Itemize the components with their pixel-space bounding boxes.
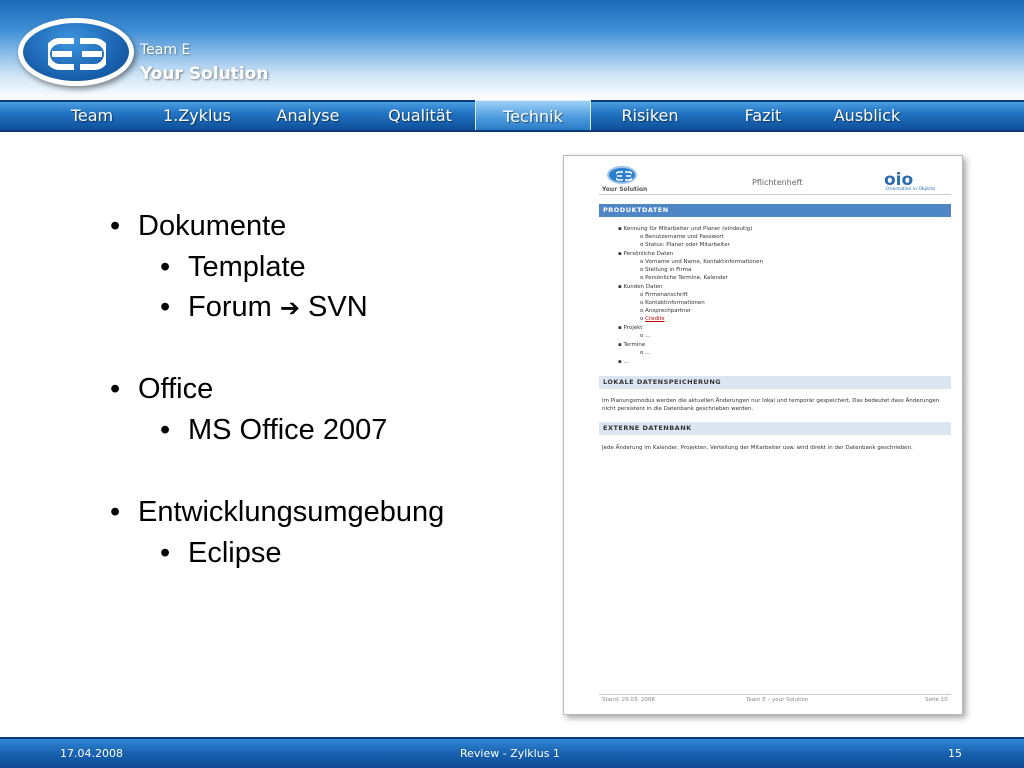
doc-brand: Your Solution (602, 186, 648, 193)
bullet-text: Eclipse (188, 537, 282, 569)
doc-sublist-item: o Ansprechpartner (640, 308, 692, 314)
doc-list-item: ▪ Termine (618, 342, 646, 348)
doc-sublist-item: o … (640, 350, 651, 356)
bullet-text: Entwicklungsumgebung (138, 496, 445, 528)
doc-footer-date: Stand: 29.03. 2008 (602, 697, 655, 703)
doc-sublist-item: o Credits (640, 316, 665, 322)
doc-sublist-item: o … (640, 333, 651, 339)
footer-date: 17.04.2008 (60, 747, 123, 760)
oio-subtitle: Orientation in Objects (886, 187, 936, 192)
bullet-text: MS Office 2007 (188, 414, 388, 446)
doc-list-item: ▪ Persönliche Daten (618, 251, 674, 257)
brand-slogan: Your Solution (140, 64, 269, 84)
nav-tab-analyse[interactable]: Analyse (258, 102, 358, 130)
nav-tab-ausblick[interactable]: Ausblick (818, 102, 916, 130)
sub-bullet-forum-svn: • Forum ➔ SVN (160, 291, 368, 323)
doc-sublist-item: o Vorname und Name, Kontaktinformationen (640, 259, 763, 265)
doc-list-item: ▪ Projekt (618, 325, 643, 331)
doc-sublist-item: o Firmenanschrift (640, 292, 688, 298)
team-e-logo-icon (18, 18, 134, 86)
bullet-office: • Office (110, 373, 214, 405)
doc-footer-page: Seite 10 (925, 697, 948, 703)
doc-sublist-item: o Status: Planer oder Mitarbeiter (640, 242, 730, 248)
bullet-text: Office (138, 373, 214, 405)
doc-sublist-item: o Persönliche Termine, Kalender (640, 275, 728, 281)
doc-title: Pflichtenheft (752, 178, 803, 187)
nav-tab-team[interactable]: Team (50, 102, 134, 130)
bullet-text: Template (188, 251, 306, 283)
arrow-right-icon: ➔ (279, 294, 300, 322)
doc-footer-team: Team E – your Solution (746, 697, 809, 703)
team-e-small-logo-icon (607, 166, 637, 184)
bullet-text: Forum (188, 291, 272, 323)
doc-footer-divider (599, 694, 951, 695)
oio-logo-text: oio (884, 170, 913, 188)
nav-tab-risiken[interactable]: Risiken (602, 102, 698, 130)
doc-sublist-item: o Benutzername und Passwort (640, 234, 724, 240)
nav-tab-zyklus[interactable]: 1.Zyklus (148, 102, 246, 130)
doc-section-externe-datenbank: EXTERNE DATENBANK (599, 422, 951, 435)
bullet-entwicklungsumgebung: • Entwicklungsumgebung (110, 496, 445, 528)
doc-list-item: ▪ Kennung für Mitarbeiter und Planer (ei… (618, 226, 753, 232)
brand-team-label: Team E (140, 42, 191, 58)
bullet-text: SVN (308, 291, 368, 323)
doc-sublist-item: o Stellung in Firma (640, 267, 692, 273)
nav-tab-fazit[interactable]: Fazit (720, 102, 806, 130)
doc-header-divider (599, 194, 951, 195)
doc-list-item: ▪ Kunden Daten (618, 284, 663, 290)
doc-sublist-item: o Kontaktinformationen (640, 300, 705, 306)
doc-section-lokale-datenspeicherung: LOKALE DATENSPEICHERUNG (599, 376, 951, 389)
footer-title: Review - Zylklus 1 (460, 747, 560, 760)
nav-tab-qualitaet[interactable]: Qualität (370, 102, 470, 130)
doc-list-item: ▪ … (618, 359, 629, 365)
oio-logo-icon: oio (884, 170, 913, 188)
sub-bullet-eclipse: • Eclipse (160, 537, 282, 569)
nav-tab-technik[interactable]: Technik (475, 100, 591, 130)
document-screenshot: Your Solution Pflichtenheft oio Orientat… (563, 155, 963, 715)
doc-section-produktdaten: PRODUKTDATEN (599, 204, 951, 217)
bullet-dokumente: • Dokumente (110, 210, 287, 242)
sub-bullet-ms-office: • MS Office 2007 (160, 414, 388, 446)
doc-paragraph: Jede Änderung im Kalender, Projekten, Ve… (602, 445, 913, 451)
slide-header: Team E Your Solution (0, 0, 1024, 100)
doc-paragraph: Im Planungsmodus werden die aktuellen Än… (602, 398, 940, 412)
slide-footer: 17.04.2008 Review - Zylklus 1 15 (0, 737, 1024, 768)
main-navigation: Team 1.Zyklus Analyse Qualität Technik R… (0, 100, 1024, 132)
footer-page-number: 15 (948, 747, 962, 760)
sub-bullet-template: • Template (160, 251, 306, 283)
bullet-text: Dokumente (138, 210, 287, 242)
